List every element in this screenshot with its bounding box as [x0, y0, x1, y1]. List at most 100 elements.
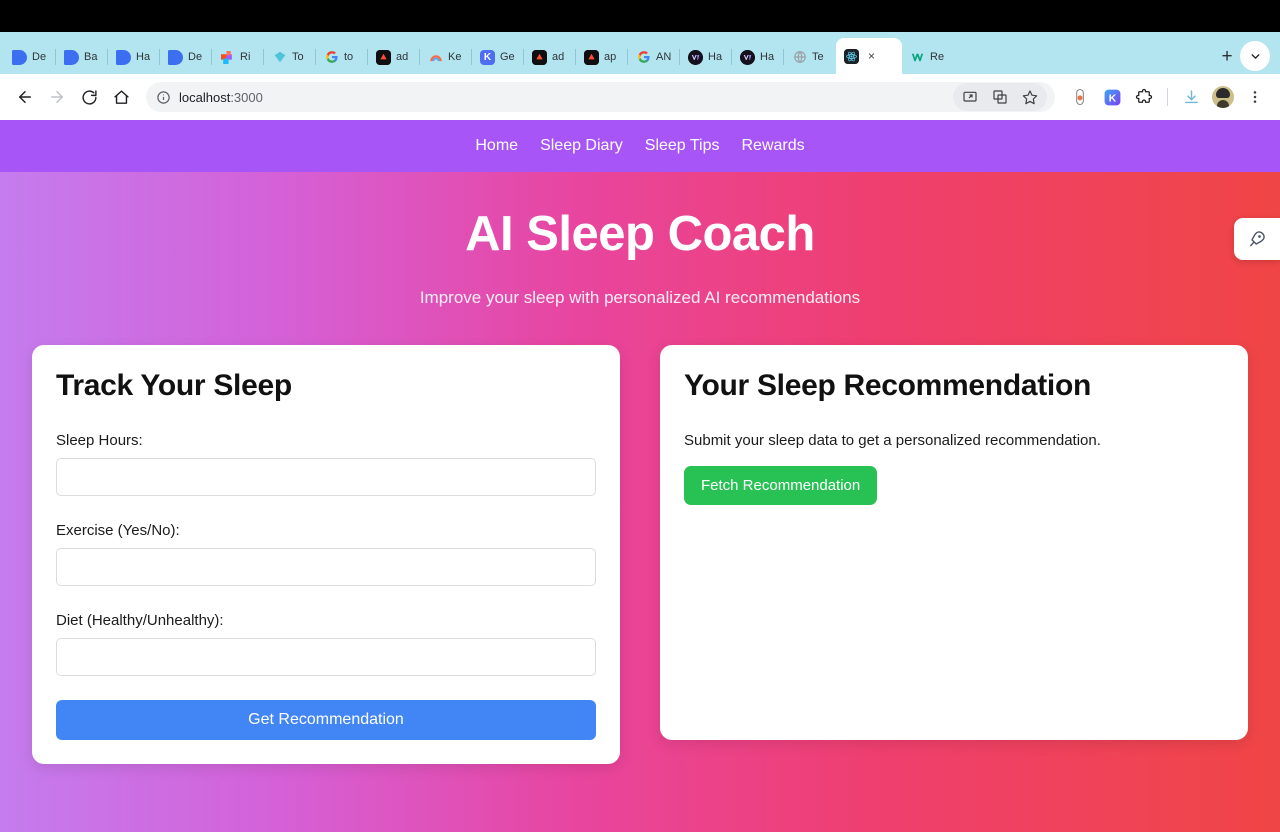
- browser-tab[interactable]: Ke: [419, 40, 472, 74]
- form-field: Exercise (Yes/No):: [56, 522, 596, 586]
- tab-title: AN: [656, 51, 672, 63]
- tab-title: Ge: [500, 51, 515, 63]
- browser-tab[interactable]: Ba: [55, 40, 108, 74]
- vercel-icon: [584, 49, 599, 65]
- floating-rocket-tab[interactable]: [1234, 218, 1280, 260]
- nav-link-rewards[interactable]: Rewards: [741, 137, 804, 155]
- input-exercise-yes-no[interactable]: [56, 547, 596, 586]
- vee-icon: [688, 49, 703, 65]
- new-tab-button[interactable]: +: [1214, 44, 1240, 70]
- input-diet-healthy-unhealthy[interactable]: [56, 637, 596, 676]
- cards-row: Track Your Sleep Sleep Hours: Exercise (Y…: [0, 308, 1280, 764]
- recommendation-title: Your Sleep Recommendation: [684, 368, 1092, 402]
- back-icon[interactable]: [10, 82, 40, 112]
- form-field-label: Diet (Healthy/Unhealthy):: [56, 611, 224, 629]
- react-icon: [844, 48, 859, 64]
- browser-tab[interactable]: Ha: [107, 40, 160, 74]
- get-recommendation-button[interactable]: Get Recommendation: [56, 699, 596, 740]
- kaggle-icon: K: [480, 49, 495, 65]
- chrome-menu-icon[interactable]: [1240, 82, 1270, 112]
- browser-tab[interactable]: K Ge: [471, 40, 524, 74]
- page-subtitle: Improve your sleep with personalized AI …: [419, 287, 861, 307]
- site-navbar: Home Sleep Diary Sleep Tips Rewards: [0, 120, 1280, 172]
- tab-title: Re: [930, 51, 945, 63]
- tab-title: Ha: [708, 51, 723, 63]
- recommendation-card: Your Sleep Recommendation Submit your sl…: [660, 344, 1248, 740]
- browser-tab[interactable]: De: [159, 40, 212, 74]
- tabstrip-right-controls: [1240, 41, 1276, 74]
- browser-tab[interactable]: ad: [523, 40, 576, 74]
- downloads-icon[interactable]: [1176, 82, 1206, 112]
- translate-icon[interactable]: [985, 82, 1015, 112]
- tab-title: De: [188, 51, 203, 63]
- kaggle-extension-icon[interactable]: K: [1097, 82, 1127, 112]
- docs-icon: [12, 49, 27, 65]
- browser-tab[interactable]: Re: [902, 40, 954, 74]
- tab-list: De Ba Ha De Ri To to ad Ke K Ge ad ap AN Ha Ha Te × Re: [4, 38, 1210, 74]
- tab-title: to: [344, 51, 354, 63]
- sleep-form: Sleep Hours: Exercise (Yes/No): Diet (Heal…: [56, 432, 596, 676]
- profile-avatar[interactable]: [1208, 82, 1238, 112]
- browser-tab[interactable]: to: [315, 40, 368, 74]
- extensions-puzzle-icon[interactable]: [1129, 82, 1159, 112]
- tab-title: Ha: [760, 51, 775, 63]
- diamond-icon: [272, 50, 287, 65]
- tab-title: Ke: [448, 51, 462, 63]
- browser-tab[interactable]: To: [263, 40, 316, 74]
- svg-text:K: K: [1108, 93, 1116, 104]
- browser-tab[interactable]: De: [4, 40, 56, 74]
- track-sleep-card: Track Your Sleep Sleep Hours: Exercise (Y…: [32, 344, 620, 764]
- tab-close-icon[interactable]: ×: [864, 49, 879, 64]
- web-page: Home Sleep Diary Sleep Tips Rewards AI Slee…: [0, 120, 1280, 832]
- globe-icon: [792, 50, 807, 65]
- google-icon: [324, 50, 339, 65]
- cast-icon[interactable]: [955, 82, 985, 112]
- browser-tab[interactable]: AN: [627, 40, 680, 74]
- form-field-label: Sleep Hours:: [56, 431, 143, 449]
- forward-icon: [42, 82, 72, 112]
- browser-tab[interactable]: Ri: [211, 40, 264, 74]
- rainbow-icon: [428, 50, 443, 65]
- form-field: Diet (Healthy/Unhealthy):: [56, 612, 596, 676]
- tab-search-chevron-down-icon[interactable]: [1240, 41, 1270, 71]
- recommendation-body-text: Submit your sleep data to get a personal…: [684, 431, 1101, 449]
- tab-title: ad: [396, 51, 409, 63]
- page-title: AI Sleep Coach: [465, 207, 815, 261]
- form-field: Sleep Hours:: [56, 432, 596, 496]
- browser-tab[interactable]: Ha: [731, 40, 784, 74]
- tab-title: Ba: [84, 51, 98, 63]
- input-sleep-hours[interactable]: [56, 457, 596, 496]
- vercel-icon: [532, 49, 547, 65]
- browser-tab[interactable]: Ha: [679, 40, 732, 74]
- vercel-icon: [376, 49, 391, 65]
- browser-tab[interactable]: ap: [575, 40, 628, 74]
- docs-icon: [64, 49, 79, 65]
- bookmark-star-icon[interactable]: [1015, 82, 1045, 112]
- address-bar[interactable]: localhost:3000: [146, 82, 1055, 112]
- tab-title: De: [32, 51, 47, 63]
- browser-tab[interactable]: Te: [783, 40, 836, 74]
- rocket-icon: [1250, 231, 1265, 247]
- omnibox-chip-group: [953, 83, 1047, 111]
- omnibox-actions: [953, 83, 1047, 111]
- toolbar-divider: [1167, 88, 1168, 106]
- browser-tab[interactable]: ×: [836, 38, 902, 74]
- browser-tab[interactable]: ad: [367, 40, 420, 74]
- nav-link-sleep-tips[interactable]: Sleep Tips: [645, 137, 720, 155]
- os-titlebar: [0, 0, 1280, 32]
- nav-link-sleep-diary[interactable]: Sleep Diary: [540, 137, 623, 155]
- tab-title: Te: [812, 51, 824, 63]
- google-icon: [636, 50, 651, 65]
- docs-icon: [168, 49, 183, 65]
- tab-title: Ha: [136, 51, 151, 63]
- site-info-icon: [157, 90, 170, 104]
- nav-link-home[interactable]: Home: [475, 137, 518, 155]
- docs-icon: [116, 49, 131, 65]
- fetch-recommendation-button[interactable]: Fetch Recommendation: [684, 465, 878, 505]
- tab-title: To: [292, 51, 304, 63]
- tab-title: ad: [552, 51, 565, 63]
- home-icon[interactable]: [106, 82, 136, 112]
- url-text: localhost:3000: [179, 89, 263, 105]
- extension-pill-icon[interactable]: [1065, 82, 1095, 112]
- reload-icon[interactable]: [74, 82, 104, 112]
